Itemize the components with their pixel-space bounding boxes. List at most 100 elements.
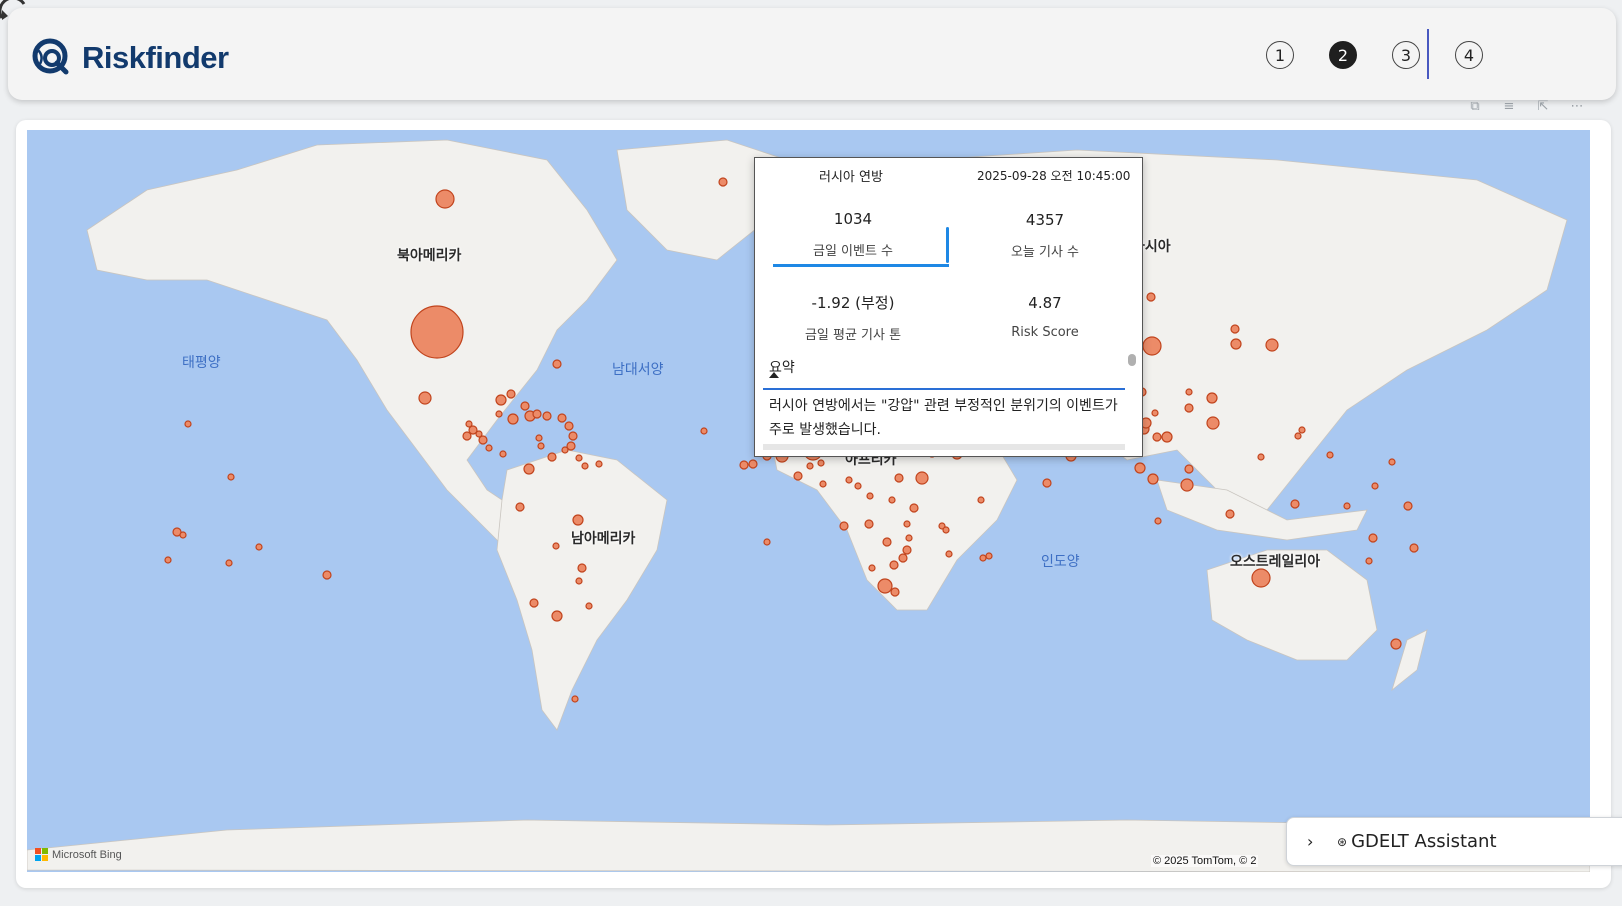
event-bubble[interactable] bbox=[700, 427, 708, 435]
event-bubble[interactable] bbox=[898, 553, 908, 563]
event-bubble[interactable] bbox=[225, 559, 233, 567]
event-bubble[interactable] bbox=[1251, 568, 1271, 588]
event-bubble[interactable] bbox=[410, 305, 464, 359]
page-button-3[interactable]: 3 bbox=[1392, 41, 1420, 69]
event-bubble[interactable] bbox=[1225, 509, 1235, 519]
focus-mode-icon[interactable]: ⇱ bbox=[1532, 98, 1554, 116]
event-bubble[interactable] bbox=[1146, 292, 1156, 302]
event-bubble[interactable] bbox=[507, 413, 519, 425]
event-bubble[interactable] bbox=[817, 459, 825, 467]
event-bubble[interactable] bbox=[882, 537, 892, 547]
event-bubble[interactable] bbox=[1206, 416, 1220, 430]
event-bubble[interactable] bbox=[1371, 482, 1379, 490]
event-bubble[interactable] bbox=[478, 435, 488, 445]
event-bubble[interactable] bbox=[577, 563, 587, 573]
event-bubble[interactable] bbox=[845, 476, 853, 484]
event-bubble[interactable] bbox=[561, 446, 569, 454]
event-bubble[interactable] bbox=[255, 543, 263, 551]
event-bubble[interactable] bbox=[520, 401, 530, 411]
event-bubble[interactable] bbox=[179, 531, 187, 539]
event-bubble[interactable] bbox=[1185, 388, 1193, 396]
event-bubble[interactable] bbox=[1184, 464, 1194, 474]
caret-up-icon[interactable] bbox=[769, 372, 779, 378]
event-bubble[interactable] bbox=[535, 434, 543, 442]
event-bubble[interactable] bbox=[945, 550, 953, 558]
event-bubble[interactable] bbox=[1290, 499, 1300, 509]
event-bubble[interactable] bbox=[551, 610, 563, 622]
copy-icon[interactable]: ⧉ bbox=[1464, 98, 1486, 116]
event-bubble[interactable] bbox=[890, 587, 900, 597]
event-bubble[interactable] bbox=[905, 534, 913, 542]
event-bubble[interactable] bbox=[595, 460, 603, 468]
event-bubble[interactable] bbox=[1134, 462, 1146, 474]
event-bubble[interactable] bbox=[495, 394, 507, 406]
event-bubble[interactable] bbox=[903, 520, 911, 528]
event-bubble[interactable] bbox=[184, 420, 192, 428]
event-bubble[interactable] bbox=[1265, 338, 1279, 352]
event-bubble[interactable] bbox=[977, 496, 985, 504]
event-bubble[interactable] bbox=[1042, 478, 1052, 488]
filter-icon[interactable]: ≡ bbox=[1498, 98, 1520, 116]
event-bubble[interactable] bbox=[552, 542, 560, 550]
event-bubble[interactable] bbox=[568, 431, 578, 441]
event-bubble[interactable] bbox=[465, 420, 473, 428]
event-bubble[interactable] bbox=[564, 421, 574, 431]
event-bubble[interactable] bbox=[739, 460, 749, 470]
event-bubble[interactable] bbox=[1368, 533, 1378, 543]
event-bubble[interactable] bbox=[839, 521, 849, 531]
event-bubble[interactable] bbox=[877, 578, 893, 594]
chevron-right-icon[interactable]: › bbox=[1307, 832, 1321, 851]
event-bubble[interactable] bbox=[506, 389, 516, 399]
event-bubble[interactable] bbox=[435, 189, 455, 209]
event-bubble[interactable] bbox=[537, 442, 545, 450]
event-bubble[interactable] bbox=[1206, 392, 1218, 404]
event-bubble[interactable] bbox=[515, 502, 525, 512]
event-bubble[interactable] bbox=[864, 519, 874, 529]
event-bubble[interactable] bbox=[485, 444, 493, 452]
event-bubble[interactable] bbox=[542, 411, 552, 421]
page-button-4[interactable]: 4 bbox=[1455, 41, 1483, 69]
event-bubble[interactable] bbox=[1326, 451, 1334, 459]
event-bubble[interactable] bbox=[1180, 478, 1194, 492]
event-bubble[interactable] bbox=[1257, 453, 1265, 461]
event-bubble[interactable] bbox=[909, 503, 919, 513]
event-bubble[interactable] bbox=[585, 602, 593, 610]
event-bubble[interactable] bbox=[523, 463, 535, 475]
event-bubble[interactable] bbox=[1343, 502, 1351, 510]
event-bubble[interactable] bbox=[1161, 431, 1173, 443]
event-bubble[interactable] bbox=[1230, 324, 1240, 334]
event-bubble[interactable] bbox=[868, 564, 876, 572]
event-bubble[interactable] bbox=[1151, 409, 1159, 417]
event-bubble[interactable] bbox=[915, 471, 929, 485]
event-bubble[interactable] bbox=[763, 538, 771, 546]
event-bubble[interactable] bbox=[819, 480, 827, 488]
event-bubble[interactable] bbox=[748, 459, 758, 469]
event-bubble[interactable] bbox=[575, 577, 583, 585]
gdelt-assistant-panel[interactable]: › ⊛ GDELT Assistant bbox=[1286, 817, 1622, 866]
event-bubble[interactable] bbox=[866, 492, 874, 500]
event-bubble[interactable] bbox=[529, 598, 539, 608]
event-bubble[interactable] bbox=[547, 452, 557, 462]
event-bubble[interactable] bbox=[793, 471, 803, 481]
event-bubble[interactable] bbox=[1142, 336, 1162, 356]
event-bubble[interactable] bbox=[902, 545, 912, 555]
event-bubble[interactable] bbox=[164, 556, 172, 564]
event-bubble[interactable] bbox=[806, 462, 814, 470]
event-bubble[interactable] bbox=[1388, 458, 1396, 466]
more-options-icon[interactable]: ⋯ bbox=[1566, 98, 1588, 116]
event-bubble[interactable] bbox=[571, 695, 579, 703]
summary-horizontal-scrollbar[interactable] bbox=[763, 444, 1125, 450]
event-bubble[interactable] bbox=[1154, 517, 1162, 525]
event-bubble[interactable] bbox=[581, 462, 589, 470]
event-bubble[interactable] bbox=[499, 450, 507, 458]
event-bubble[interactable] bbox=[532, 409, 542, 419]
event-bubble[interactable] bbox=[575, 454, 583, 462]
event-bubble[interactable] bbox=[1230, 338, 1242, 350]
event-bubble[interactable] bbox=[985, 552, 993, 560]
event-bubble[interactable] bbox=[462, 431, 472, 441]
event-bubble[interactable] bbox=[1147, 473, 1159, 485]
event-bubble[interactable] bbox=[1298, 426, 1306, 434]
event-bubble[interactable] bbox=[718, 177, 728, 187]
event-bubble[interactable] bbox=[888, 496, 896, 504]
app-logo[interactable]: Riskfinder bbox=[30, 36, 229, 80]
